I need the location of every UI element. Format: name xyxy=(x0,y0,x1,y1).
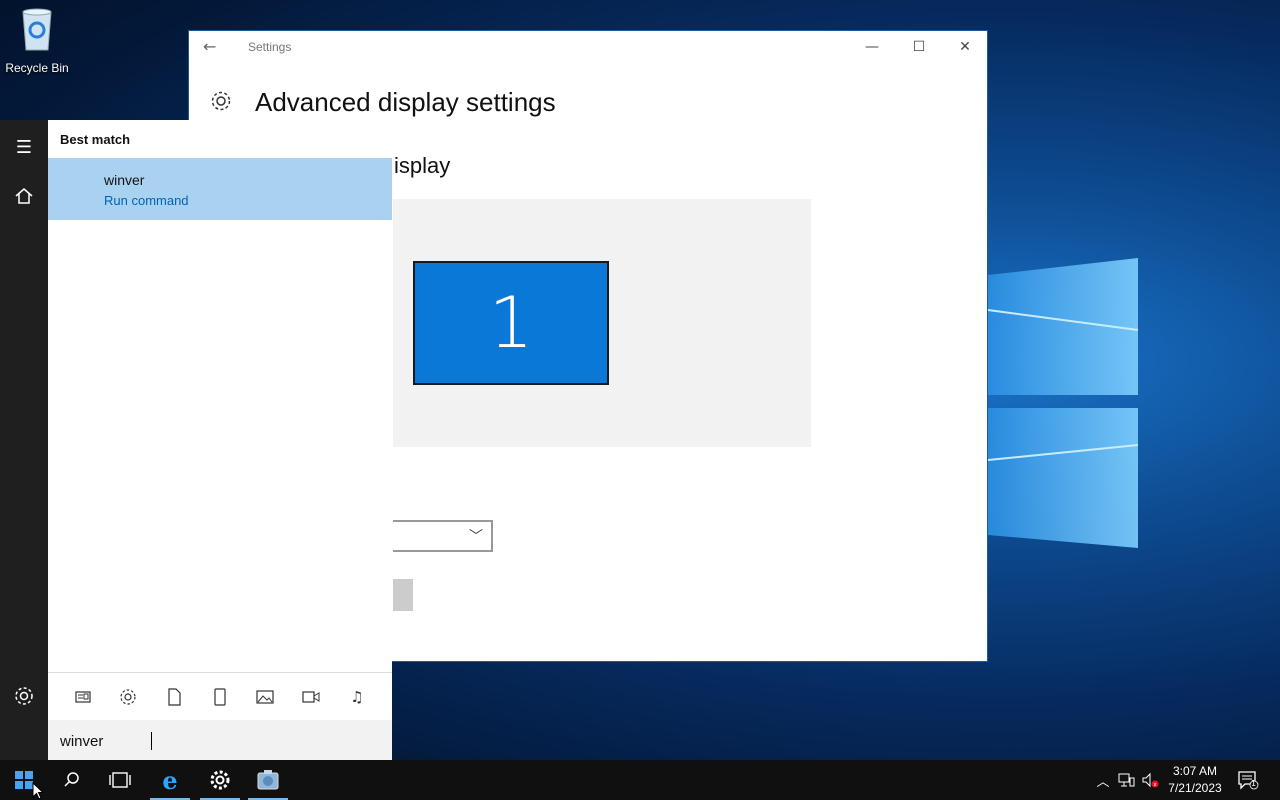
system-clock[interactable]: 3:07 AM 7/21/2023 xyxy=(1160,763,1230,797)
svg-text:x: x xyxy=(1154,782,1157,788)
task-view-icon xyxy=(109,772,131,788)
action-center-button[interactable]: 1 xyxy=(1236,760,1260,800)
chevron-down-icon: ﹀ xyxy=(469,529,483,545)
tablet-icon[interactable] xyxy=(210,687,230,707)
back-arrow-icon[interactable]: ← xyxy=(203,37,216,56)
display-1-tile[interactable]: 1 xyxy=(413,261,609,385)
maximize-button[interactable]: ☐ xyxy=(896,31,942,63)
search-button[interactable] xyxy=(48,760,96,800)
settings-taskbar-icon xyxy=(210,770,230,790)
video-icon[interactable] xyxy=(301,687,321,707)
network-icon[interactable] xyxy=(1116,760,1136,800)
windows-logo-wallpaper xyxy=(987,258,1139,548)
result-type: Run command xyxy=(104,193,189,208)
page-title: Advanced display settings xyxy=(255,87,556,117)
start-menu-rail: ☰ xyxy=(0,120,48,760)
recycle-bin-desktop-icon[interactable]: Recycle Bin xyxy=(4,6,70,75)
search-filter-bar: ♫ xyxy=(48,672,392,720)
recycle-bin-icon xyxy=(22,8,52,51)
task-view-button[interactable] xyxy=(96,760,144,800)
settings-taskbar-button[interactable] xyxy=(196,760,244,800)
gear-icon xyxy=(211,91,231,111)
hamburger-menu-icon[interactable]: ☰ xyxy=(12,136,36,160)
notification-count: 1 xyxy=(1251,779,1257,788)
control-panel-icon xyxy=(257,770,279,790)
text-caret xyxy=(151,732,152,750)
result-name: winver xyxy=(104,172,145,188)
clock-time: 3:07 AM xyxy=(1172,764,1218,778)
best-match-result[interactable]: winver Run command xyxy=(48,158,392,220)
section-heading: isplay xyxy=(394,153,451,178)
windows-start-icon xyxy=(15,771,33,789)
home-icon[interactable] xyxy=(12,184,36,208)
document-icon[interactable] xyxy=(164,687,184,707)
settings-icon[interactable] xyxy=(118,687,138,707)
minimize-button[interactable]: — xyxy=(849,31,895,63)
best-match-label: Best match xyxy=(60,132,131,147)
settings-gear-icon[interactable] xyxy=(12,684,36,708)
photo-icon[interactable] xyxy=(255,687,275,707)
recycle-bin-label: Recycle Bin xyxy=(5,61,69,75)
volume-muted-icon[interactable]: x xyxy=(1140,760,1162,800)
window-title: Settings xyxy=(248,40,292,54)
search-input[interactable] xyxy=(60,730,380,752)
identify-button[interactable] xyxy=(393,579,413,611)
internet-explorer-button[interactable]: e xyxy=(146,760,194,800)
taskbar: e ︿ x 3:07 AM 7/21/2023 1 xyxy=(0,760,1280,800)
mouse-cursor-icon xyxy=(32,782,44,800)
internet-explorer-icon: e xyxy=(162,765,178,795)
search-box[interactable] xyxy=(48,720,392,760)
search-icon xyxy=(64,772,79,787)
close-button[interactable]: ✕ xyxy=(942,31,988,63)
clock-date: 7/21/2023 xyxy=(1168,781,1222,795)
search-results-panel: Best match winver Run command ♫ xyxy=(48,120,392,760)
control-panel-button[interactable] xyxy=(244,760,292,800)
music-icon[interactable]: ♫ xyxy=(347,687,367,707)
display-select-dropdown[interactable]: ﹀ xyxy=(393,520,493,552)
show-hidden-icons-chevron-icon[interactable]: ︿ xyxy=(1094,760,1112,800)
news-icon[interactable] xyxy=(73,687,93,707)
